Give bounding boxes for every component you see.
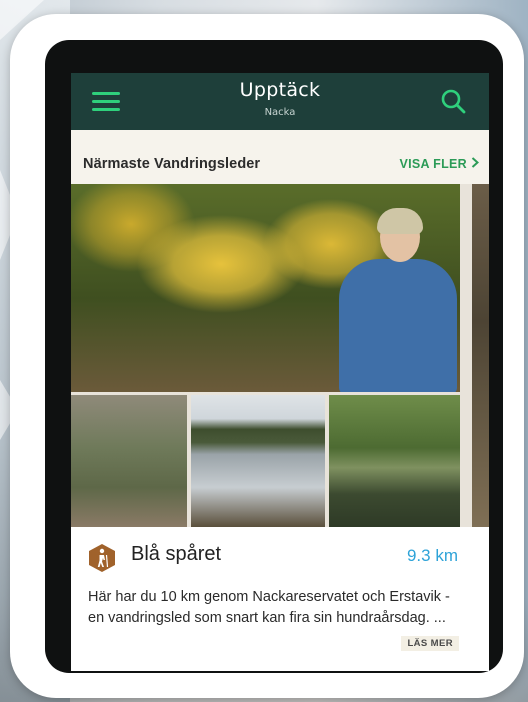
person-jacket [339, 259, 457, 392]
hiking-person-icon [89, 544, 115, 572]
search-icon[interactable] [439, 87, 467, 115]
app-screen: Upptäck Nacka Närmaste Vandringsleder VI… [71, 73, 489, 671]
trail-card[interactable]: Blå spåret 9.3 km Här har du 10 km genom… [71, 527, 489, 671]
trail-main-photo [71, 184, 460, 392]
lake-photo [191, 395, 325, 527]
app-bar: Upptäck Nacka [71, 73, 489, 130]
trail-path-photo [71, 395, 187, 527]
next-trail-photo-peek[interactable] [472, 184, 489, 527]
chevron-right-icon [471, 157, 479, 171]
app-title: Upptäck [239, 79, 321, 101]
trail-photo-collage[interactable] [71, 184, 489, 527]
person-hair [377, 208, 423, 234]
trail-distance: 9.3 km [406, 546, 458, 565]
section-header: Närmaste Vandringsleder VISA FLER [71, 130, 489, 184]
section-title: Närmaste Vandringsleder [83, 156, 261, 172]
read-more-button[interactable]: LÄS MER [401, 636, 459, 651]
trail-name[interactable]: Blå spåret [131, 543, 221, 566]
visa-fler-label: VISA FLER [399, 157, 467, 171]
trail-description: Här har du 10 km genom Nackareservatet o… [88, 589, 450, 626]
lake-shore-photo [329, 395, 460, 527]
app-subtitle: Nacka [264, 107, 296, 118]
visa-fler-link[interactable]: VISA FLER [399, 157, 479, 171]
